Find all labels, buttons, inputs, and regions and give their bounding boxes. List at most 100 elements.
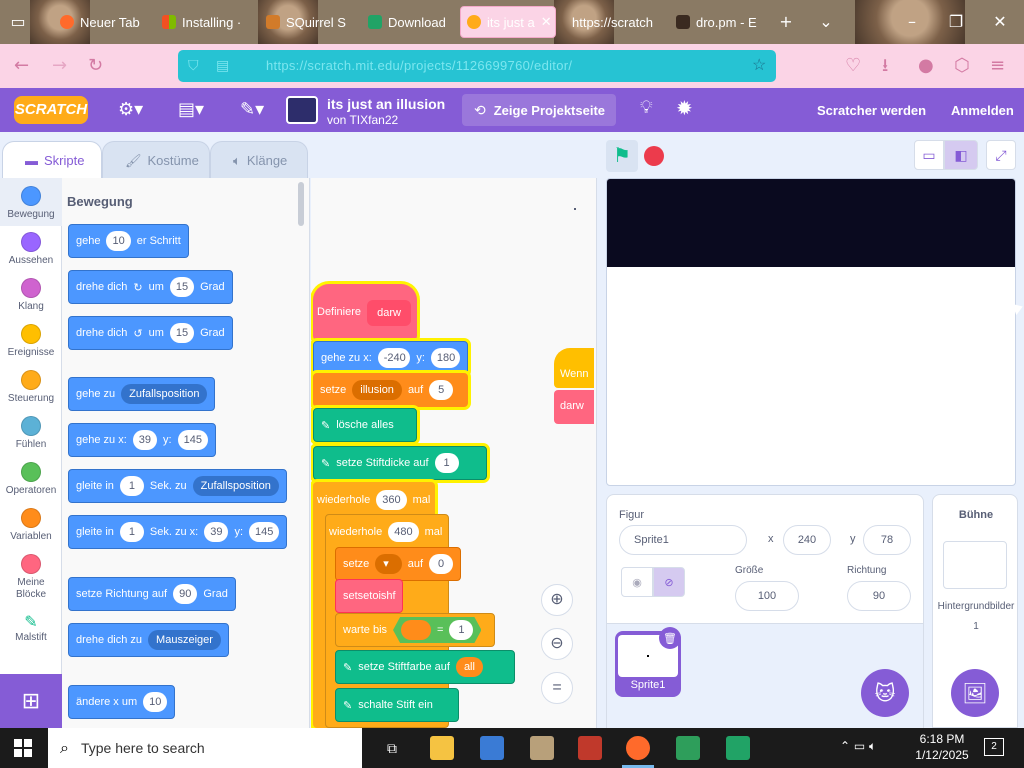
close-tab-icon[interactable]: ✕: [541, 14, 552, 30]
script-pen-down[interactable]: ✎ schalte Stift ein: [335, 688, 459, 722]
choose-backdrop-button[interactable]: 🖼︎: [951, 669, 999, 717]
scratch-logo[interactable]: SCRATCH: [14, 96, 88, 124]
stop-button[interactable]: [644, 146, 664, 166]
file-explorer-icon[interactable]: [430, 736, 454, 760]
block-go-to[interactable]: gehe zu Zufallsposition: [68, 377, 216, 411]
script-set-variable[interactable]: setze illusion auf 5: [313, 373, 468, 407]
browser-tab[interactable]: Download: [362, 6, 458, 38]
block-go-to-xy[interactable]: gehe zu x: 39 y: 145: [68, 423, 216, 457]
project-author[interactable]: von TIXfan22: [327, 113, 398, 127]
block-turn-right[interactable]: drehe dich ↻ um 15 Grad: [68, 270, 233, 304]
turbo-icon[interactable]: ✹: [676, 96, 693, 120]
hide-sprite-button[interactable]: ⊘: [653, 567, 685, 597]
tab-code[interactable]: ▬ Skripte: [2, 141, 102, 179]
app-icon[interactable]: [726, 736, 750, 760]
new-tab-icon[interactable]: +: [774, 10, 798, 34]
category-sound[interactable]: Klang: [0, 278, 62, 312]
forward-icon[interactable]: →: [52, 56, 67, 76]
category-motion[interactable]: Bewegung: [0, 186, 62, 220]
browser-tab[interactable]: dro.pm - E: [670, 6, 770, 38]
direction-input[interactable]: 90: [847, 581, 911, 611]
firefox-taskbar-icon[interactable]: [626, 736, 650, 760]
block-turn-left[interactable]: drehe dich ↺ um 15 Grad: [68, 316, 233, 350]
y-input[interactable]: 78: [863, 525, 911, 555]
palette-scrollbar[interactable]: [298, 182, 304, 226]
zoom-in-button[interactable]: ⊕: [541, 584, 573, 616]
tab-overview-icon[interactable]: ▭: [6, 10, 30, 34]
block-glide[interactable]: gleite in 1 Sek. zu Zufallsposition: [68, 469, 287, 503]
script-pen-color[interactable]: ✎ setze Stiftfarbe auf all: [335, 650, 515, 684]
category-variables[interactable]: Variablen: [0, 508, 62, 542]
category-pen[interactable]: ✎ Malstift: [0, 612, 62, 643]
tray-icons[interactable]: ⌃ ▭ 🔈︎: [840, 739, 876, 754]
browser-tab[interactable]: Installing ·: [156, 6, 256, 38]
sign-in-button[interactable]: Anmelden: [951, 103, 1014, 118]
stage-canvas[interactable]: [606, 178, 1016, 486]
restore-icon[interactable]: ❐: [944, 10, 968, 34]
app-icon[interactable]: [676, 736, 700, 760]
browser-tab[interactable]: SQuirrel S: [260, 6, 358, 38]
block-change-x[interactable]: ändere x um 10: [68, 685, 176, 719]
app-icon[interactable]: [530, 736, 554, 760]
bookmark-star-icon[interactable]: ☆: [752, 55, 766, 75]
script-side-hat[interactable]: Wenn: [554, 348, 594, 388]
browser-tab[interactable]: Neuer Tab: [54, 6, 154, 38]
category-events[interactable]: Ereignisse: [0, 324, 62, 358]
pocket-icon[interactable]: ♡: [845, 56, 861, 76]
sprite-name-input[interactable]: Sprite1: [619, 525, 747, 555]
file-menu-icon[interactable]: ▤▾: [178, 99, 204, 120]
script-pen-size[interactable]: ✎ setze Stiftdicke auf 1: [313, 446, 487, 480]
zoom-reset-button[interactable]: =: [541, 672, 573, 704]
app-icon[interactable]: [480, 736, 504, 760]
tab-sounds[interactable]: 🔈︎ Klänge: [210, 141, 308, 179]
settings-gear-icon[interactable]: ⚙▾: [118, 99, 143, 120]
reload-icon[interactable]: ↻: [88, 56, 103, 76]
minimize-icon[interactable]: –: [900, 10, 924, 34]
edit-menu-icon[interactable]: ✎▾: [240, 99, 264, 120]
script-go-to-xy[interactable]: gehe zu x: -240 y: 180: [313, 341, 468, 375]
script-side-call[interactable]: darw: [554, 390, 594, 424]
menu-icon[interactable]: ≡: [990, 56, 1005, 76]
account-icon[interactable]: ●: [918, 56, 934, 76]
add-extension-button[interactable]: ⊞: [0, 674, 62, 728]
clock-time[interactable]: 6:18 PM: [912, 732, 972, 746]
category-control[interactable]: Steuerung: [0, 370, 62, 404]
small-stage-button[interactable]: ▭: [914, 140, 944, 170]
tab-list-icon[interactable]: ⌄: [814, 10, 838, 34]
script-area[interactable]: Definiere darw gehe zu x: -240 y: 180 setze…: [311, 178, 597, 728]
zoom-out-button[interactable]: ⊖: [541, 628, 573, 660]
back-icon[interactable]: ←: [14, 56, 29, 76]
lightbulb-icon[interactable]: 💡︎: [640, 97, 653, 118]
block-point-direction[interactable]: setze Richtung auf 90 Grad: [68, 577, 236, 611]
show-sprite-button[interactable]: ◉: [621, 567, 653, 597]
taskbar-search-box[interactable]: ⌕ Type here to search: [48, 728, 362, 768]
clock-date[interactable]: 1/12/2025: [912, 748, 972, 762]
category-sensing[interactable]: Fühlen: [0, 416, 62, 450]
script-set-blank[interactable]: setze ▾ auf 0: [335, 547, 461, 581]
script-wait-until[interactable]: warte bis = 1: [335, 613, 495, 647]
block-glide-xy[interactable]: gleite in 1 Sek. zu x: 39 y: 145: [68, 515, 288, 549]
tab-costumes[interactable]: 🖌︎ Kostüme: [102, 141, 210, 179]
category-my-blocks[interactable]: Meine Blöcke: [0, 554, 62, 601]
x-input[interactable]: 240: [783, 525, 831, 555]
green-flag-button[interactable]: ⚑: [606, 140, 638, 172]
delete-sprite-button[interactable]: 🗑︎: [659, 627, 681, 649]
block-point-towards[interactable]: drehe dich zu Mauszeiger: [68, 623, 229, 657]
downloads-icon[interactable]: ⭳: [882, 56, 888, 76]
stage-selector-panel[interactable]: Bühne Hintergrundbilder 1 🖼︎: [932, 494, 1018, 728]
script-custom-call[interactable]: setsetoishf: [335, 579, 403, 613]
category-operators[interactable]: Operatoren: [0, 462, 62, 496]
join-scratch-button[interactable]: Scratcher werden: [817, 103, 926, 118]
task-view-icon[interactable]: ⧉: [380, 736, 404, 760]
close-window-icon[interactable]: ✕: [988, 10, 1012, 34]
see-project-page-button[interactable]: ⟲ Zeige Projektseite: [462, 94, 616, 126]
browser-tab[interactable]: https://scratch: [566, 6, 666, 38]
category-looks[interactable]: Aussehen: [0, 232, 62, 266]
script-pen-clear[interactable]: ✎ lösche alles: [313, 408, 417, 442]
browser-tab-active[interactable]: its just a ✕: [460, 6, 556, 38]
notification-icon[interactable]: 2: [984, 738, 1004, 756]
normal-stage-button[interactable]: ◧: [944, 140, 978, 170]
size-input[interactable]: 100: [735, 581, 799, 611]
fullscreen-button[interactable]: ⤢: [986, 140, 1016, 170]
app-icon[interactable]: [578, 736, 602, 760]
